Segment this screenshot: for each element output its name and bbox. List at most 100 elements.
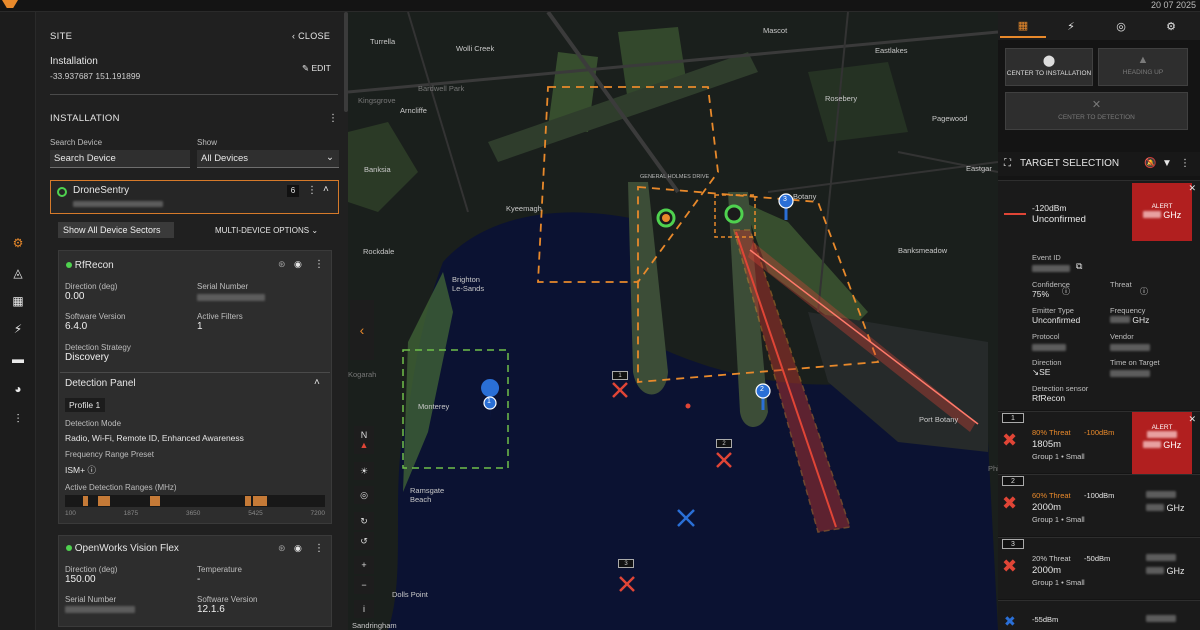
center-to-installation-button[interactable]: ⬤ CENTER TO INSTALLATION: [1005, 48, 1093, 86]
drone-threat-icon: ✖: [1002, 430, 1018, 450]
sync-icon[interactable]: ⊛: [278, 259, 286, 270]
map-label: Banksmeadow: [898, 246, 948, 255]
map-label: Wolli Creek: [456, 44, 495, 53]
target-card-main[interactable]: -120dBm Unconfirmed ALERT GHz ✕ Event ID…: [998, 180, 1200, 410]
rotate-right-button[interactable]: ↻: [354, 512, 374, 530]
device-count-badge: 6: [287, 185, 299, 197]
more-vert-icon[interactable]: ⋮: [307, 185, 317, 196]
edit-button[interactable]: ✎ EDIT: [302, 63, 331, 74]
field-value: ↘SE: [1032, 367, 1051, 377]
field-value: 75%: [1032, 289, 1050, 299]
frequency-value: GHz: [1146, 566, 1185, 576]
detection-range-bar: [65, 495, 325, 507]
more-vert-icon[interactable]: ⋮: [1180, 158, 1190, 169]
map-label: GENERAL HOLMES DRIVE: [640, 174, 710, 180]
drone-tag[interactable]: 1: [612, 371, 628, 380]
threat-level: 20% Threat: [1032, 554, 1071, 563]
copy-icon[interactable]: ⧉: [1076, 261, 1082, 272]
close-icon[interactable]: ✕: [1188, 183, 1196, 194]
tab-radar[interactable]: ◎: [1098, 14, 1144, 38]
marker-number[interactable]: 3: [783, 196, 787, 203]
drone-tag[interactable]: 2: [716, 439, 732, 448]
pie-chart-icon[interactable]: ◕: [9, 380, 27, 398]
info-icon[interactable]: ⓘ: [1062, 286, 1070, 297]
rotate-cw-icon: ↻: [360, 515, 368, 526]
tick-label: 3650: [185, 510, 201, 517]
info-button[interactable]: i: [354, 600, 374, 618]
rotate-left-button[interactable]: ↺: [354, 532, 374, 550]
profile-badge[interactable]: Profile 1: [65, 398, 105, 412]
sync-icon[interactable]: ⊛: [278, 543, 286, 554]
target-group: Group 1 • Small: [1032, 452, 1085, 461]
marker-number[interactable]: 1: [487, 398, 491, 405]
more-vert-icon[interactable]: ⋮: [314, 259, 324, 270]
crosshair-icon: ◎: [360, 489, 368, 500]
locate-button[interactable]: ◎: [354, 486, 374, 504]
compass-button[interactable]: N ▲: [354, 426, 374, 454]
drone-friendly-icon: ✖: [1004, 613, 1016, 629]
tab-power[interactable]: ⚡: [1048, 14, 1094, 38]
zoom-in-button[interactable]: +: [354, 556, 374, 574]
folder-icon[interactable]: ▬: [9, 350, 27, 368]
close-button[interactable]: ‹ CLOSE: [292, 31, 330, 41]
radar-sweep-icon[interactable]: ◬: [9, 264, 27, 282]
drone-threat-icon: ✖: [1002, 493, 1018, 513]
eye-icon[interactable]: ◉: [294, 259, 302, 270]
center-to-detection-button[interactable]: ✕ CENTER TO DETECTION: [1005, 92, 1188, 130]
device-row-dronesentry[interactable]: DroneSentry 6 ⋮ ˄: [50, 180, 339, 214]
eye-icon[interactable]: ◉: [294, 543, 302, 554]
bolt-icon[interactable]: ⚡: [9, 320, 27, 338]
show-select[interactable]: All Devices ⌄: [197, 150, 339, 168]
marker-number[interactable]: 2: [760, 386, 764, 393]
expand-icon[interactable]: ⛶: [1004, 158, 1011, 169]
north-arrow-icon: ▲: [359, 440, 369, 450]
field-label: Detection Mode: [65, 419, 122, 428]
rotate-ccw-icon: ↺: [360, 535, 368, 546]
map-view[interactable]: Turrella Wolli Creek Mascot Eastlakes Ar…: [348, 12, 998, 630]
installation-name: Installation: [50, 56, 98, 67]
threat-level: 60% Threat: [1032, 491, 1071, 500]
multi-device-options-button[interactable]: MULTI-DEVICE OPTIONS ⌄: [215, 226, 318, 235]
more-vert-icon[interactable]: ⋮: [328, 113, 338, 124]
tab-settings[interactable]: ⚙: [1148, 14, 1194, 38]
tick-label: 5425: [248, 510, 263, 517]
search-device-input[interactable]: Search Device: [50, 150, 190, 168]
zoom-out-button[interactable]: −: [354, 576, 374, 594]
drone-tag[interactable]: 3: [618, 559, 634, 568]
field-value: -: [197, 574, 201, 585]
map-label: Kogarah: [348, 370, 377, 379]
chevron-up-icon[interactable]: ˄: [323, 184, 329, 195]
target-card[interactable]: ✖ 60% Threat -100dBm 2000m Group 1 • Sma…: [998, 474, 1200, 536]
field-label: Detection Strategy: [65, 343, 131, 352]
target-card[interactable]: ✖ 20% Threat -50dBm 2000m Group 1 • Smal…: [998, 537, 1200, 599]
map-label: Rockdale: [363, 247, 395, 256]
map-label: Mascot: [763, 26, 788, 35]
target-tag: 1: [1002, 413, 1024, 423]
target-tag: 2: [1002, 476, 1024, 486]
target-card[interactable]: ✖ -55dBm: [998, 600, 1200, 630]
filter-icon[interactable]: ▼: [1162, 158, 1172, 169]
info-icon[interactable]: ⓘ: [87, 465, 96, 475]
close-icon[interactable]: ✕: [1188, 414, 1196, 425]
heading-up-button[interactable]: ▲ HEADING UP: [1098, 48, 1188, 86]
map-icon[interactable]: ▦: [9, 292, 27, 310]
collapse-panel-button[interactable]: ‹: [350, 300, 374, 360]
field-label: Temperature: [197, 565, 242, 574]
brightness-button[interactable]: ☀: [354, 462, 374, 480]
mute-bell-icon[interactable]: 🔕: [1144, 158, 1156, 169]
map-label: Brighton Le-Sands: [452, 275, 485, 293]
gear-icon[interactable]: ⚙: [9, 234, 27, 252]
chevron-up-icon[interactable]: ˄: [314, 377, 320, 388]
openworks-title: OpenWorks Vision Flex: [66, 543, 179, 554]
id-blurred: [1146, 491, 1176, 498]
tab-map[interactable]: ▦: [1000, 14, 1046, 38]
top-bar: 20 07 2025: [0, 0, 1200, 12]
more-vert-icon[interactable]: ⋮: [314, 543, 324, 554]
serial-blurred: [65, 606, 135, 613]
sliders-icon[interactable]: ⫶: [9, 410, 27, 428]
show-all-sectors-button[interactable]: Show All Device Sectors: [58, 222, 174, 238]
drone-threat-icon: ✖: [1002, 556, 1018, 576]
info-icon[interactable]: ⓘ: [1140, 286, 1148, 297]
field-value: Discovery: [65, 352, 109, 363]
target-card[interactable]: ✖ 80% Threat -100dBm 1805m Group 1 • Sma…: [998, 411, 1200, 474]
